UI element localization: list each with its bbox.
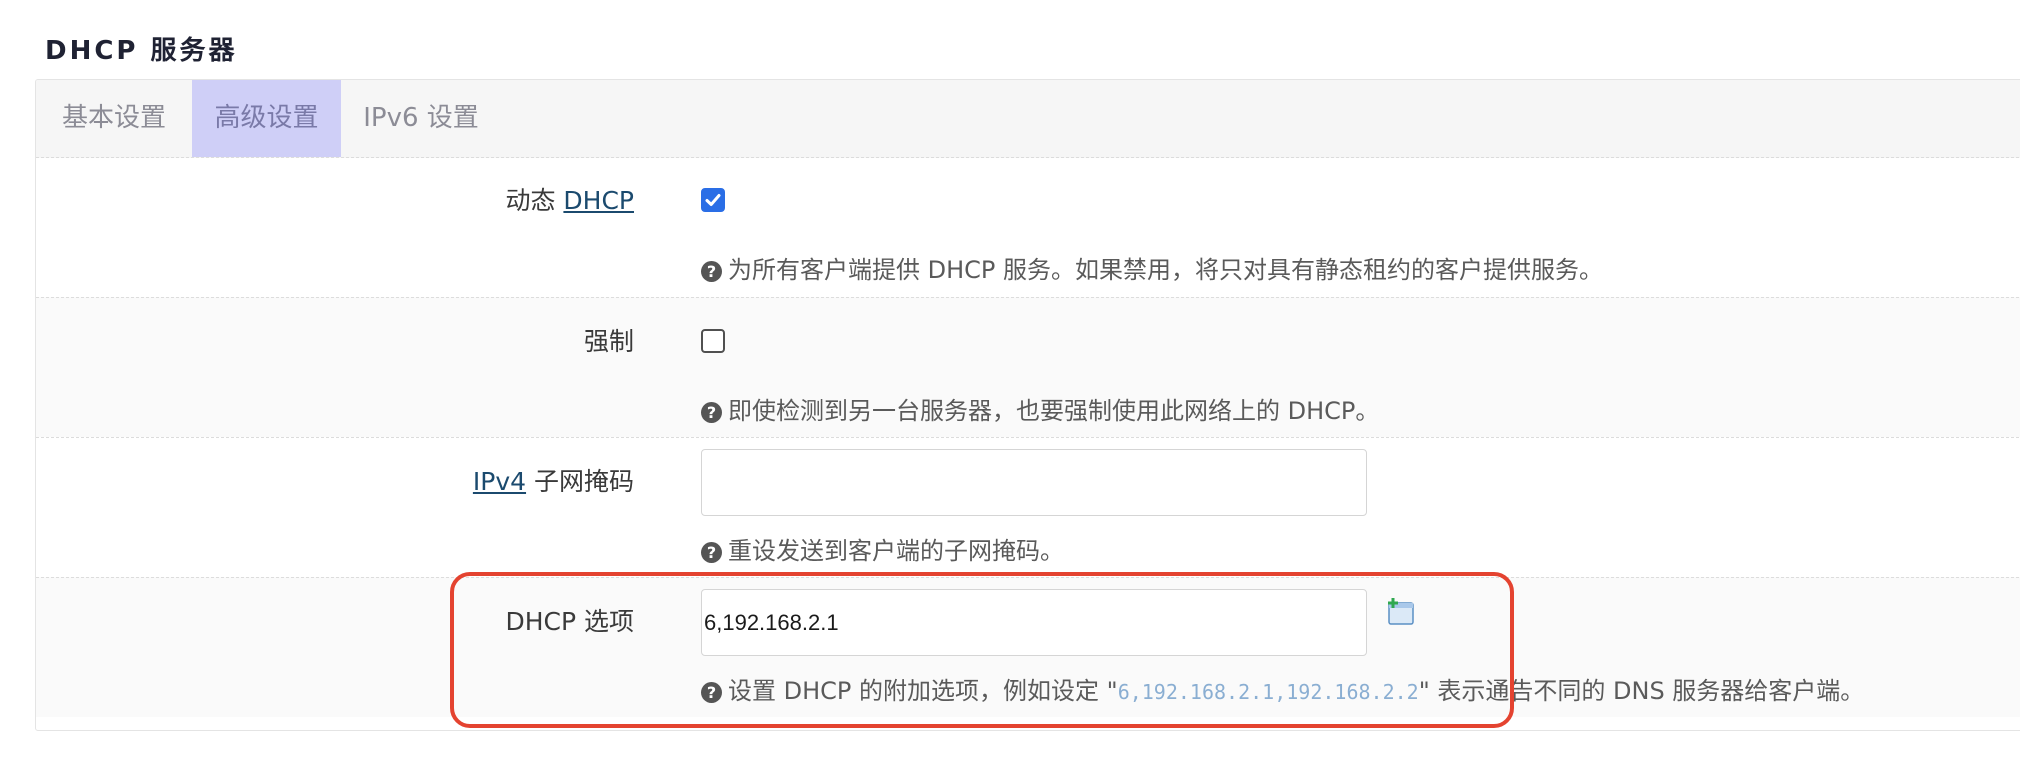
dhcp-abbr-link[interactable]: DHCP <box>563 186 634 215</box>
row-dynamic-dhcp: 动态 DHCP ? 为所有客户端提供 DHCP 服务。如果禁用，将只对具有静态租约… <box>36 157 2020 297</box>
netmask-label: IPv4 子网掩码 <box>473 462 634 498</box>
row-force: 强制 ? 即使检测到另一台服务器，也要强制使用此网络上的 DHCP。 <box>36 297 2020 437</box>
highlight-annotation-box <box>450 572 1514 728</box>
section-title: DHCP 服务器 <box>45 36 238 66</box>
dynamic-dhcp-label: 动态 DHCP <box>505 181 634 217</box>
netmask-help-text: 重设发送到客户端的子网掩码。 <box>728 537 1064 565</box>
question-circle-icon: ? <box>701 261 722 282</box>
tab-advanced-settings[interactable]: 高级设置 <box>192 80 341 157</box>
dynamic-dhcp-help-text: 为所有客户端提供 DHCP 服务。如果禁用，将只对具有静态租约的客户提供服务。 <box>728 256 1604 284</box>
dynamic-dhcp-label-text: 动态 <box>505 186 564 215</box>
netmask-help: ? 重设发送到客户端的子网掩码。 <box>701 531 1064 566</box>
force-checkbox[interactable] <box>701 329 725 353</box>
checkmark-icon <box>705 194 721 206</box>
tab-basic-settings[interactable]: 基本设置 <box>36 80 192 157</box>
ipv4-abbr-link[interactable]: IPv4 <box>473 467 526 496</box>
force-label: 强制 <box>583 327 634 356</box>
question-circle-icon: ? <box>701 402 722 423</box>
question-circle-icon: ? <box>701 542 722 563</box>
dynamic-dhcp-help: ? 为所有客户端提供 DHCP 服务。如果禁用，将只对具有静态租约的客户提供服务。 <box>701 250 1603 285</box>
dynamic-dhcp-checkbox[interactable] <box>701 188 725 212</box>
netmask-input[interactable] <box>701 449 1367 516</box>
netmask-label-text: 子网掩码 <box>526 467 634 496</box>
row-ipv4-netmask: IPv4 子网掩码 ? 重设发送到客户端的子网掩码。 <box>36 437 2020 577</box>
force-help-text: 即使检测到另一台服务器，也要强制使用此网络上的 DHCP。 <box>728 397 1380 425</box>
force-help: ? 即使检测到另一台服务器，也要强制使用此网络上的 DHCP。 <box>701 391 1379 426</box>
tab-ipv6-settings[interactable]: IPv6 设置 <box>341 80 501 157</box>
tab-bar: 基本设置 高级设置 IPv6 设置 <box>36 80 2020 158</box>
